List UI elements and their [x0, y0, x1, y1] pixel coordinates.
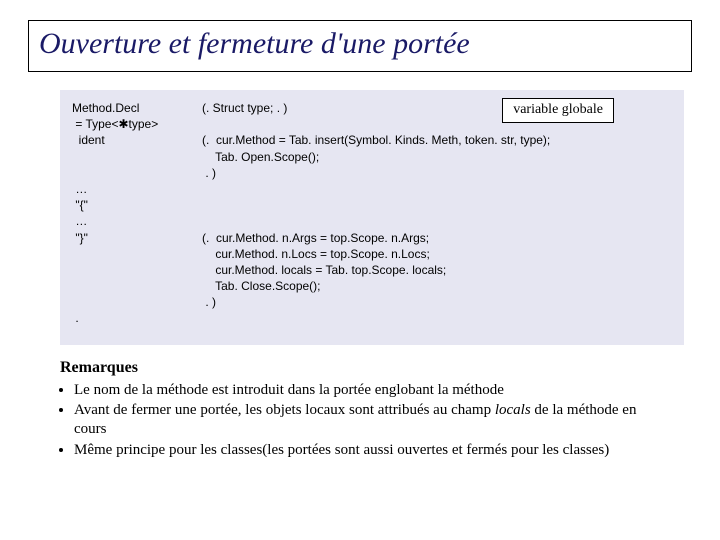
code-left: ident — [72, 132, 202, 148]
code-right: (. cur.Method. n.Args = top.Scope. n.Arg… — [202, 230, 672, 246]
code-left: Method.Decl — [72, 100, 202, 116]
title-box: Ouverture et fermeture d'une portée — [28, 20, 692, 72]
code-line: ident (. cur.Method = Tab. insert(Symbol… — [72, 132, 672, 148]
code-left: . — [72, 310, 202, 326]
remarks-text: Avant de fermer une portée, les objets l… — [74, 402, 495, 418]
code-line: cur.Method. locals = Tab. top.Scope. loc… — [72, 262, 672, 278]
code-left — [72, 165, 202, 181]
remarks-item: Même principe pour les classes(les porté… — [74, 441, 672, 460]
code-right: (. cur.Method = Tab. insert(Symbol. Kind… — [202, 132, 672, 148]
code-right — [202, 181, 672, 197]
remarks-list: Le nom de la méthode est introduit dans … — [60, 381, 672, 460]
code-right — [202, 213, 672, 229]
code-left — [72, 246, 202, 262]
code-line: cur.Method. n.Locs = top.Scope. n.Locs; — [72, 246, 672, 262]
callout-variable-globale: variable globale — [502, 98, 614, 123]
code-line: . ) — [72, 165, 672, 181]
code-right — [202, 197, 672, 213]
code-left: "{" — [72, 197, 202, 213]
code-left — [72, 262, 202, 278]
code-right: cur.Method. n.Locs = top.Scope. n.Locs; — [202, 246, 672, 262]
code-left — [72, 149, 202, 165]
code-left: "}" — [72, 230, 202, 246]
code-line: "{" — [72, 197, 672, 213]
code-line: … — [72, 213, 672, 229]
code-line: . — [72, 310, 672, 326]
remarks-item: Le nom de la méthode est introduit dans … — [74, 381, 672, 400]
code-block: variable globale Method.Decl (. Struct t… — [60, 90, 684, 345]
code-right: Tab. Open.Scope(); — [202, 149, 672, 165]
remarks-italic: locals — [495, 402, 531, 418]
code-right: cur.Method. locals = Tab. top.Scope. loc… — [202, 262, 672, 278]
code-line: "}" (. cur.Method. n.Args = top.Scope. n… — [72, 230, 672, 246]
slide: Ouverture et fermeture d'une portée vari… — [0, 0, 720, 540]
code-right: . ) — [202, 294, 672, 310]
code-line: … — [72, 181, 672, 197]
code-line: Tab. Open.Scope(); — [72, 149, 672, 165]
remarks-heading: Remarques — [60, 359, 672, 377]
code-left — [72, 278, 202, 294]
code-line: Tab. Close.Scope(); — [72, 278, 672, 294]
code-right — [202, 310, 672, 326]
code-left: … — [72, 181, 202, 197]
remarks-item: Avant de fermer une portée, les objets l… — [74, 401, 672, 439]
code-right: . ) — [202, 165, 672, 181]
code-left — [72, 294, 202, 310]
code-left: = Type<✱type> — [72, 116, 202, 132]
code-right: Tab. Close.Scope(); — [202, 278, 672, 294]
slide-title: Ouverture et fermeture d'une portée — [39, 27, 681, 61]
remarks-section: Remarques Le nom de la méthode est intro… — [60, 359, 672, 460]
code-line: . ) — [72, 294, 672, 310]
code-left: … — [72, 213, 202, 229]
